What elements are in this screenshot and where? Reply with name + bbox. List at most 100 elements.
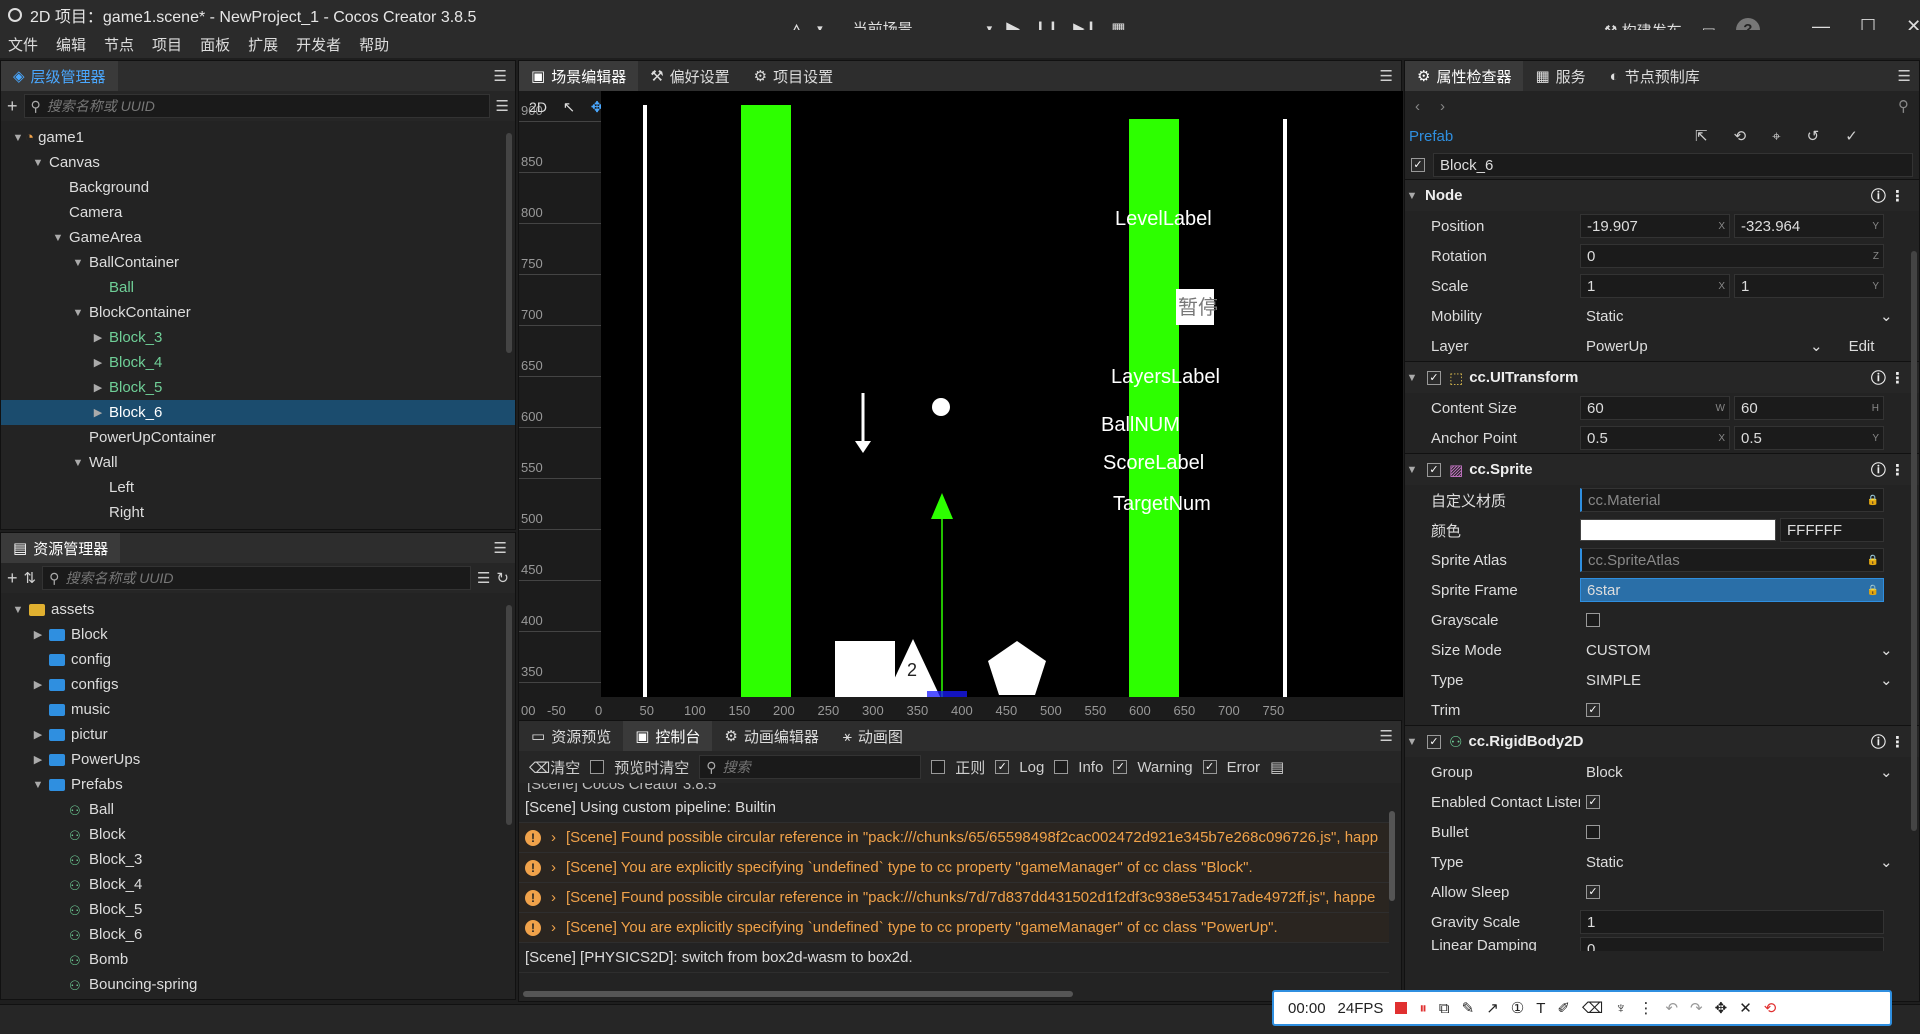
rb-type-select[interactable]: Static xyxy=(1580,854,1880,871)
sprite-type-chevron-icon[interactable]: ⌄ xyxy=(1880,671,1893,689)
asset-item[interactable]: ▶ pictur xyxy=(1,722,515,747)
hierarchy-node[interactable]: ▼ Canvas xyxy=(1,150,515,175)
hierarchy-search-input[interactable]: ⚲ 搜索名称或 UUID xyxy=(23,94,490,118)
hierarchy-node[interactable]: Background xyxy=(1,175,515,200)
assets-search-input[interactable]: ⚲ 搜索名称或 UUID xyxy=(42,566,471,590)
sprite-help-icon[interactable]: ⓘ ⋮ xyxy=(1871,459,1905,480)
asset-item[interactable]: ⚇ Block_4 xyxy=(1,872,515,897)
number-icon[interactable]: ① xyxy=(1511,999,1524,1017)
list-options-icon[interactable]: ☰ xyxy=(496,97,509,115)
trim-checkbox[interactable]: ✓ xyxy=(1586,703,1600,717)
stop-record-icon[interactable] xyxy=(1395,1002,1408,1014)
mobility-select[interactable]: Static xyxy=(1580,308,1880,325)
pause-record-icon[interactable]: ⏸ xyxy=(1419,1000,1427,1017)
assets-list-icon[interactable]: ☰ xyxy=(477,569,490,587)
expand-arrow-icon[interactable]: ▼ xyxy=(71,307,85,319)
console-search-input[interactable]: ⚲ 搜索 xyxy=(699,755,922,779)
mode-2d-button[interactable]: 2D xyxy=(523,95,553,119)
hierarchy-node[interactable]: Ball xyxy=(1,275,515,300)
size-mode-select[interactable]: CUSTOM xyxy=(1580,642,1880,659)
layer-select[interactable]: PowerUp xyxy=(1580,338,1810,355)
menu-developer[interactable]: 开发者 xyxy=(296,34,341,55)
scale-x-field[interactable]: 1X xyxy=(1580,274,1730,298)
expand-arrow-icon[interactable]: ▼ xyxy=(51,232,65,244)
tab-project-settings[interactable]: ⚙ 项目设置 xyxy=(742,61,845,91)
tab-animation-graph[interactable]: ⚹ 动画图 xyxy=(831,721,915,751)
expand-arrow-icon[interactable]: ▶ xyxy=(31,753,45,766)
tab-hierarchy[interactable]: ◈ 层级管理器 xyxy=(1,61,118,91)
uitransform-help-icon[interactable]: ⓘ ⋮ xyxy=(1871,367,1905,388)
tab-preferences[interactable]: ⚒ 偏好设置 xyxy=(638,61,741,91)
menu-help[interactable]: 帮助 xyxy=(359,34,389,55)
recorder-fps[interactable]: 24FPS xyxy=(1338,1000,1384,1017)
width-field[interactable]: 60 W xyxy=(1580,396,1730,420)
console-log-row[interactable]: ! › [Scene] Found possible circular refere… xyxy=(519,883,1389,913)
tab-scene-editor[interactable]: ▣ 场景编辑器 xyxy=(519,61,639,91)
rotation-field[interactable]: 0Z xyxy=(1580,244,1884,268)
hierarchy-node[interactable]: ▼ GameArea xyxy=(1,225,515,250)
locate-icon[interactable]: ⌖ xyxy=(1772,128,1780,145)
atlas-field[interactable]: cc.SpriteAtlas 🔒 xyxy=(1580,548,1884,572)
asset-item[interactable]: ▼ Prefabs xyxy=(1,772,515,797)
shape-icon[interactable]: ⧉ xyxy=(1439,1000,1450,1017)
move-icon[interactable]: ✥ xyxy=(1715,999,1728,1017)
hierarchy-node[interactable]: ▶ Block_6 xyxy=(1,400,515,425)
hierarchy-node[interactable]: ▶ Block_5 xyxy=(1,375,515,400)
hierarchy-node[interactable]: ▼ ◔ game1 xyxy=(1,125,515,150)
node-help-icon[interactable]: ⓘ ⋮ xyxy=(1871,185,1905,206)
forward-icon[interactable]: › xyxy=(1440,98,1445,115)
anchor-y-field[interactable]: 0.5 Y xyxy=(1734,426,1884,450)
record-reset-icon[interactable]: ⟲ xyxy=(1764,999,1777,1017)
eraser-icon[interactable]: ⌫ xyxy=(1582,999,1603,1017)
menu-file[interactable]: 文件 xyxy=(8,34,38,55)
size-mode-chevron-icon[interactable]: ⌄ xyxy=(1880,641,1893,659)
back-icon[interactable]: ‹ xyxy=(1415,98,1420,115)
expand-arrow-icon[interactable]: ▶ xyxy=(91,406,105,419)
hierarchy-node[interactable]: PowerUpContainer xyxy=(1,425,515,450)
expand-log-icon[interactable]: › xyxy=(551,919,556,936)
material-field[interactable]: cc.Material 🔒 xyxy=(1580,488,1884,512)
mobility-chevron-icon[interactable]: ⌄ xyxy=(1880,307,1893,325)
pin-icon[interactable]: ⚲ xyxy=(1898,97,1909,115)
asset-item[interactable]: ▶ PowerUps xyxy=(1,747,515,772)
contact-checkbox[interactable]: ✓ xyxy=(1586,795,1600,809)
uitransform-section-header[interactable]: ▼ ✓ ⬚ cc.UITransform ⓘ ⋮ xyxy=(1405,361,1919,393)
apply-icon[interactable]: ✓ xyxy=(1845,127,1858,145)
more-icon[interactable]: ⋮ xyxy=(1638,999,1653,1017)
sprite-enabled-checkbox[interactable]: ✓ xyxy=(1427,462,1441,477)
tab-node-library[interactable]: ◐ 节点预制库 xyxy=(1598,61,1712,91)
hierarchy-node[interactable]: ▶ Block_3 xyxy=(1,325,515,350)
close-recorder-icon[interactable]: ✕ xyxy=(1739,999,1752,1017)
text-tool-icon[interactable]: T xyxy=(1536,1000,1545,1017)
asset-item[interactable]: ⚇ Block xyxy=(1,822,515,847)
rb-type-chevron-icon[interactable]: ⌄ xyxy=(1880,853,1893,871)
console-log-row[interactable]: [Scene] Using custom pipeline: Builtin xyxy=(519,793,1389,823)
regex-checkbox[interactable] xyxy=(931,760,946,774)
rigidbody-enabled-checkbox[interactable]: ✓ xyxy=(1427,734,1441,749)
menu-panel[interactable]: 面板 xyxy=(200,34,230,55)
expand-arrow-icon[interactable]: ▶ xyxy=(91,356,105,369)
hierarchy-node[interactable]: Camera xyxy=(1,200,515,225)
menu-edit[interactable]: 编辑 xyxy=(56,34,86,55)
undo-icon[interactable]: ↶ xyxy=(1665,999,1678,1017)
asset-item[interactable]: ⚇ Block_6 xyxy=(1,922,515,947)
node-name-field[interactable]: Block_6 xyxy=(1433,153,1913,177)
select-tool-icon[interactable]: ↖ xyxy=(557,95,581,119)
error-checkbox[interactable]: ✓ xyxy=(1202,760,1217,774)
panel-menu-icon[interactable]: ☰ xyxy=(494,67,507,85)
info-checkbox[interactable] xyxy=(1054,760,1069,774)
expand-arrow-icon[interactable]: ▼ xyxy=(71,457,85,469)
inspector-panel-menu-icon[interactable]: ☰ xyxy=(1898,67,1911,85)
clear-on-preview-checkbox[interactable] xyxy=(590,760,605,774)
hierarchy-node[interactable]: ▼ BallContainer xyxy=(1,250,515,275)
tab-services[interactable]: ▦ 服务 xyxy=(1523,61,1597,91)
sync-prefab-icon[interactable]: ⟲ xyxy=(1734,127,1747,145)
console-vscrollbar[interactable] xyxy=(1389,811,1395,901)
color-hex-field[interactable]: FFFFFF xyxy=(1780,518,1884,542)
hierarchy-node[interactable]: Left xyxy=(1,475,515,500)
assets-scrollbar[interactable] xyxy=(506,605,512,825)
menu-extension[interactable]: 扩展 xyxy=(248,34,278,55)
position-x-field[interactable]: -19.907 X xyxy=(1580,214,1730,238)
asset-item[interactable]: ⚇ Block_3 xyxy=(1,847,515,872)
group-select[interactable]: Block xyxy=(1580,764,1880,781)
